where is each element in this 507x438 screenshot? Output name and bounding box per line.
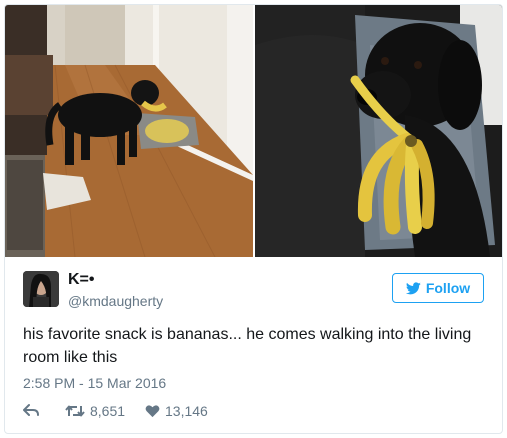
tweet-card: K=• @kmdaugherty Follow his favorite sna… — [4, 4, 503, 434]
photo-dog-hallway-image — [5, 5, 253, 257]
retweet-button[interactable]: 8,651 — [65, 403, 125, 419]
photo-dog-hallway[interactable] — [5, 5, 253, 257]
tweet-header: K=• @kmdaugherty Follow — [23, 271, 484, 311]
reply-icon — [23, 404, 39, 416]
heart-icon — [145, 405, 160, 418]
avatar-image — [23, 271, 59, 307]
like-button[interactable]: 13,146 — [145, 403, 208, 419]
avatar[interactable] — [23, 271, 59, 307]
follow-button-label: Follow — [425, 280, 471, 296]
tweet-media — [5, 5, 502, 257]
twitter-bird-icon — [405, 281, 421, 294]
like-count: 13,146 — [165, 403, 208, 419]
tweet-text: his favorite snack is bananas... he come… — [23, 326, 472, 366]
retweet-count: 8,651 — [90, 403, 126, 419]
photo-dog-couch-image — [255, 5, 502, 257]
tweet-timestamp[interactable]: 2:58 PM - 15 Mar 2016 — [23, 375, 166, 391]
reply-button[interactable] — [23, 403, 39, 417]
retweet-icon — [65, 405, 85, 417]
author-display-name[interactable]: K=• — [68, 271, 95, 289]
follow-button[interactable]: Follow — [392, 273, 484, 303]
photo-dog-couch[interactable] — [255, 5, 502, 257]
author-handle[interactable]: @kmdaugherty — [68, 293, 163, 309]
